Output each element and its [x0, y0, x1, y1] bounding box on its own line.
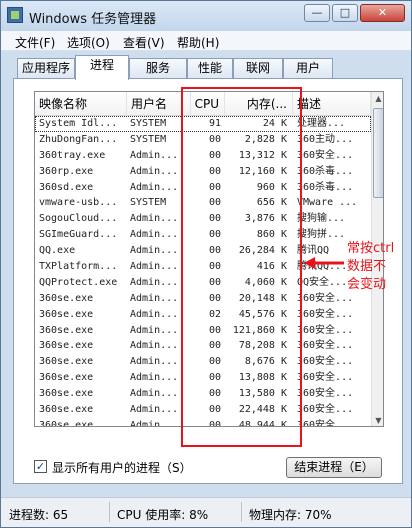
cell-description: 360安全... — [297, 419, 354, 427]
cell-image-name: 360se.exe — [39, 404, 94, 416]
tab-services[interactable]: 服务 — [129, 58, 187, 78]
menu-file[interactable]: 文件(F) — [15, 34, 55, 51]
scroll-thumb[interactable] — [373, 108, 383, 198]
cell-description: 360安全... — [297, 356, 354, 368]
cell-image-name: 360se.exe — [39, 388, 94, 400]
menu-options[interactable]: 选项(O) — [67, 34, 110, 51]
menu-view[interactable]: 查看(V) — [123, 34, 165, 51]
annotation-line: 数据不 — [347, 259, 387, 274]
scroll-up-icon[interactable]: ▲ — [372, 92, 383, 106]
highlight-box — [181, 87, 302, 447]
cell-description: 360安全... — [297, 324, 354, 336]
annotation-line: 会变动 — [347, 277, 387, 292]
menu-help[interactable]: 帮助(H) — [177, 34, 219, 51]
show-all-users-checkbox[interactable]: ✓ — [34, 460, 47, 473]
cell-description: 360安全... — [297, 404, 354, 416]
cell-image-name: vmware-usb... — [39, 197, 118, 209]
status-memory: 物理内存: 70% — [249, 508, 332, 522]
cell-description: 360杀毒... — [297, 165, 354, 177]
status-cpu-usage: CPU 使用率: 8% — [117, 508, 209, 522]
cell-image-name: 360tray.exe — [39, 149, 106, 161]
status-divider — [241, 502, 242, 522]
status-divider — [109, 502, 110, 522]
status-process-count: 进程数: 65 — [9, 508, 69, 522]
cell-image-name: SGImeGuard... — [39, 229, 118, 241]
minimize-button[interactable]: — — [304, 4, 330, 22]
cell-image-name: QQProtect.exe — [39, 276, 118, 288]
scroll-down-icon[interactable]: ▼ — [372, 414, 383, 426]
cell-image-name: 360se.exe — [39, 372, 94, 384]
annotation-line: 常按ctrl — [347, 241, 395, 256]
cell-image-name: 360se.exe — [39, 356, 94, 368]
pointer-arrow-icon — [304, 257, 344, 269]
cell-description: 处理器... — [297, 118, 346, 129]
cell-image-name: 360se.exe — [39, 419, 94, 427]
cell-image-name: 360se.exe — [39, 324, 94, 336]
tab-strip: 应用程序 进程 服务 性能 联网 用户 — [13, 55, 403, 80]
window-title: Windows 任务管理器 — [29, 12, 157, 27]
cell-image-name: 360se.exe — [39, 308, 94, 320]
show-all-users-label: 显示所有用户的进程（S） — [52, 461, 192, 475]
close-button[interactable]: ✕ — [360, 4, 405, 22]
cell-description: VMware ... — [297, 197, 358, 209]
column-image-name[interactable]: 映像名称 — [35, 92, 127, 116]
tab-performance[interactable]: 性能 — [187, 58, 233, 78]
cell-description: 360安全... — [297, 340, 354, 352]
cell-description: 360安全... — [297, 308, 354, 320]
cell-image-name: 360sd.exe — [39, 181, 94, 193]
cell-image-name: System Idl... — [39, 118, 118, 129]
annotation-note: 常按ctrl 数据不 会变动 — [347, 240, 411, 294]
cell-image-name: TXPlatform... — [39, 261, 118, 273]
title-bar[interactable]: Windows 任务管理器 — □ ✕ — [1, 1, 411, 31]
cell-description: 360安全... — [297, 388, 354, 400]
end-process-button[interactable]: 结束进程（E） — [286, 457, 382, 478]
cell-description: 搜狗输... — [297, 213, 346, 225]
maximize-button[interactable]: □ — [332, 4, 358, 22]
cell-description: 360安全... — [297, 149, 354, 161]
cell-image-name: 360rp.exe — [39, 165, 94, 177]
tab-users[interactable]: 用户 — [283, 58, 333, 78]
cell-image-name: 360se.exe — [39, 292, 94, 304]
cell-image-name: ZhuDongFan... — [39, 133, 118, 145]
task-manager-icon — [7, 7, 23, 23]
cell-description: 360主动... — [297, 133, 354, 145]
tab-processes[interactable]: 进程 — [75, 55, 129, 80]
cell-description: 360杀毒... — [297, 181, 354, 193]
status-bar: 进程数: 65 CPU 使用率: 8% 物理内存: 70% — [1, 497, 411, 527]
cell-image-name: 360se.exe — [39, 340, 94, 352]
column-description[interactable]: 描述 — [293, 92, 371, 116]
cell-image-name: QQ.exe — [39, 245, 76, 257]
cell-description: 360安全... — [297, 372, 354, 384]
cell-image-name: SogouCloud... — [39, 213, 118, 225]
tab-networking[interactable]: 联网 — [233, 58, 283, 78]
tab-applications[interactable]: 应用程序 — [17, 58, 75, 78]
menu-bar: 文件(F) 选项(O) 查看(V) 帮助(H) — [1, 31, 411, 51]
